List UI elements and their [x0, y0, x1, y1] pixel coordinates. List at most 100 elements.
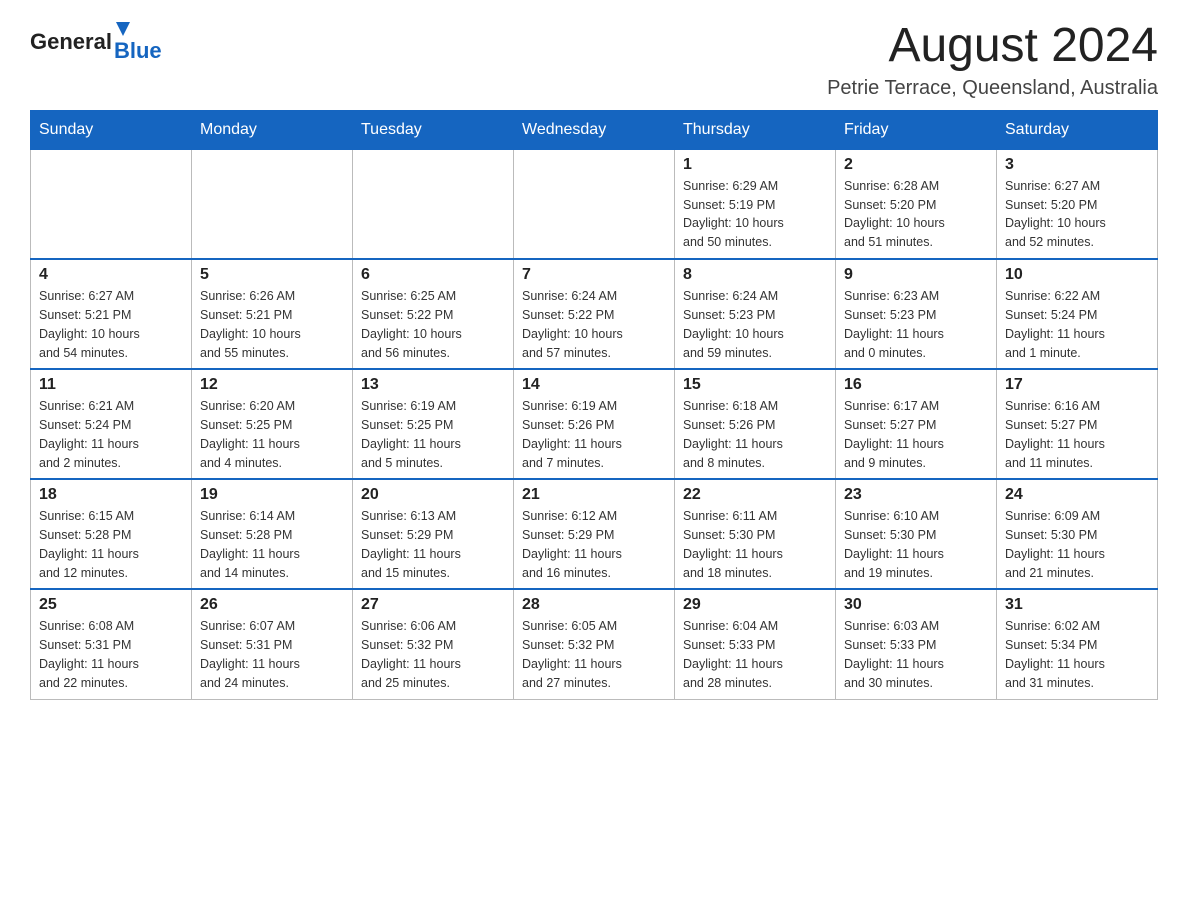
day-number: 24 [1005, 486, 1149, 504]
weekday-header-monday: Monday [192, 110, 353, 149]
calendar-cell: 3 Sunrise: 6:27 AM Sunset: 5:20 PM Daylig… [997, 149, 1158, 259]
logo: General Blue [30, 20, 162, 64]
day-number: 10 [1005, 266, 1149, 284]
calendar-cell: 1 Sunrise: 6:29 AM Sunset: 5:19 PM Daylig… [675, 149, 836, 259]
day-number: 15 [683, 376, 827, 394]
day-info: Sunrise: 6:25 AM Sunset: 5:22 PM Dayligh… [361, 287, 505, 362]
day-number: 11 [39, 376, 183, 394]
day-info: Sunrise: 6:06 AM Sunset: 5:32 PM Dayligh… [361, 617, 505, 692]
day-number: 3 [1005, 156, 1149, 174]
day-info: Sunrise: 6:24 AM Sunset: 5:23 PM Dayligh… [683, 287, 827, 362]
day-info: Sunrise: 6:28 AM Sunset: 5:20 PM Dayligh… [844, 177, 988, 252]
calendar-cell: 9 Sunrise: 6:23 AM Sunset: 5:23 PM Daylig… [836, 259, 997, 369]
calendar-cell: 13 Sunrise: 6:19 AM Sunset: 5:25 PM Dayli… [353, 369, 514, 479]
day-info: Sunrise: 6:26 AM Sunset: 5:21 PM Dayligh… [200, 287, 344, 362]
weekday-header-tuesday: Tuesday [353, 110, 514, 149]
day-number: 4 [39, 266, 183, 284]
calendar-cell: 23Sunrise: 6:10 AM Sunset: 5:30 PM Dayli… [836, 479, 997, 589]
day-number: 23 [844, 486, 988, 504]
calendar-cell: 11 Sunrise: 6:21 AM Sunset: 5:24 PM Dayli… [31, 369, 192, 479]
calendar-cell: 4Sunrise: 6:27 AM Sunset: 5:21 PM Daylig… [31, 259, 192, 369]
calendar-cell [514, 149, 675, 259]
day-info: Sunrise: 6:22 AM Sunset: 5:24 PM Dayligh… [1005, 287, 1149, 362]
weekday-header-thursday: Thursday [675, 110, 836, 149]
day-info: Sunrise: 6:27 AM Sunset: 5:20 PM Dayligh… [1005, 177, 1149, 252]
weekday-header-saturday: Saturday [997, 110, 1158, 149]
day-info: Sunrise: 6:07 AM Sunset: 5:31 PM Dayligh… [200, 617, 344, 692]
day-number: 19 [200, 486, 344, 504]
calendar-week-row: 18Sunrise: 6:15 AM Sunset: 5:28 PM Dayli… [31, 479, 1158, 589]
day-info: Sunrise: 6:13 AM Sunset: 5:29 PM Dayligh… [361, 507, 505, 582]
calendar-cell: 21Sunrise: 6:12 AM Sunset: 5:29 PM Dayli… [514, 479, 675, 589]
calendar-cell [353, 149, 514, 259]
calendar-cell: 19 Sunrise: 6:14 AM Sunset: 5:28 PM Dayli… [192, 479, 353, 589]
day-number: 28 [522, 596, 666, 614]
calendar-cell: 28 Sunrise: 6:05 AM Sunset: 5:32 PM Dayli… [514, 589, 675, 699]
calendar-cell: 30Sunrise: 6:03 AM Sunset: 5:33 PM Dayli… [836, 589, 997, 699]
day-number: 5 [200, 266, 344, 284]
day-number: 31 [1005, 596, 1149, 614]
day-info: Sunrise: 6:16 AM Sunset: 5:27 PM Dayligh… [1005, 397, 1149, 472]
day-number: 6 [361, 266, 505, 284]
day-number: 2 [844, 156, 988, 174]
day-number: 7 [522, 266, 666, 284]
calendar-cell: 15 Sunrise: 6:18 AM Sunset: 5:26 PM Dayli… [675, 369, 836, 479]
day-info: Sunrise: 6:12 AM Sunset: 5:29 PM Dayligh… [522, 507, 666, 582]
calendar-cell [192, 149, 353, 259]
day-info: Sunrise: 6:04 AM Sunset: 5:33 PM Dayligh… [683, 617, 827, 692]
day-number: 13 [361, 376, 505, 394]
calendar-cell: 27 Sunrise: 6:06 AM Sunset: 5:32 PM Dayli… [353, 589, 514, 699]
day-info: Sunrise: 6:19 AM Sunset: 5:26 PM Dayligh… [522, 397, 666, 472]
calendar-cell: 5 Sunrise: 6:26 AM Sunset: 5:21 PM Daylig… [192, 259, 353, 369]
day-number: 16 [844, 376, 988, 394]
calendar-cell: 18Sunrise: 6:15 AM Sunset: 5:28 PM Dayli… [31, 479, 192, 589]
calendar-header-row: SundayMondayTuesdayWednesdayThursdayFrid… [31, 110, 1158, 149]
calendar-cell: 12 Sunrise: 6:20 AM Sunset: 5:25 PM Dayli… [192, 369, 353, 479]
day-number: 29 [683, 596, 827, 614]
day-number: 1 [683, 156, 827, 174]
calendar-cell: 16 Sunrise: 6:17 AM Sunset: 5:27 PM Dayli… [836, 369, 997, 479]
calendar-week-row: 25Sunrise: 6:08 AM Sunset: 5:31 PM Dayli… [31, 589, 1158, 699]
day-info: Sunrise: 6:18 AM Sunset: 5:26 PM Dayligh… [683, 397, 827, 472]
weekday-header-sunday: Sunday [31, 110, 192, 149]
logo-text-general: General [30, 29, 112, 55]
calendar-cell: 26 Sunrise: 6:07 AM Sunset: 5:31 PM Dayli… [192, 589, 353, 699]
day-info: Sunrise: 6:17 AM Sunset: 5:27 PM Dayligh… [844, 397, 988, 472]
day-info: Sunrise: 6:03 AM Sunset: 5:33 PM Dayligh… [844, 617, 988, 692]
day-info: Sunrise: 6:14 AM Sunset: 5:28 PM Dayligh… [200, 507, 344, 582]
calendar-cell: 10 Sunrise: 6:22 AM Sunset: 5:24 PM Dayli… [997, 259, 1158, 369]
day-number: 18 [39, 486, 183, 504]
day-info: Sunrise: 6:11 AM Sunset: 5:30 PM Dayligh… [683, 507, 827, 582]
day-number: 26 [200, 596, 344, 614]
title-section: August 2024 Petrie Terrace, Queensland, … [827, 20, 1158, 100]
day-number: 12 [200, 376, 344, 394]
day-number: 20 [361, 486, 505, 504]
day-number: 9 [844, 266, 988, 284]
day-number: 27 [361, 596, 505, 614]
day-number: 22 [683, 486, 827, 504]
day-info: Sunrise: 6:29 AM Sunset: 5:19 PM Dayligh… [683, 177, 827, 252]
calendar-cell: 8 Sunrise: 6:24 AM Sunset: 5:23 PM Daylig… [675, 259, 836, 369]
day-number: 14 [522, 376, 666, 394]
calendar-table: SundayMondayTuesdayWednesdayThursdayFrid… [30, 110, 1158, 700]
calendar-cell: 2 Sunrise: 6:28 AM Sunset: 5:20 PM Daylig… [836, 149, 997, 259]
day-number: 8 [683, 266, 827, 284]
day-info: Sunrise: 6:09 AM Sunset: 5:30 PM Dayligh… [1005, 507, 1149, 582]
day-number: 25 [39, 596, 183, 614]
month-title: August 2024 [827, 20, 1158, 73]
logo-text-blue: Blue [114, 38, 162, 64]
calendar-week-row: 1 Sunrise: 6:29 AM Sunset: 5:19 PM Daylig… [31, 149, 1158, 259]
calendar-cell: 20 Sunrise: 6:13 AM Sunset: 5:29 PM Dayli… [353, 479, 514, 589]
calendar-cell: 31Sunrise: 6:02 AM Sunset: 5:34 PM Dayli… [997, 589, 1158, 699]
day-info: Sunrise: 6:20 AM Sunset: 5:25 PM Dayligh… [200, 397, 344, 472]
calendar-cell: 29 Sunrise: 6:04 AM Sunset: 5:33 PM Dayli… [675, 589, 836, 699]
logo-arrow-icon [114, 20, 132, 38]
weekday-header-wednesday: Wednesday [514, 110, 675, 149]
day-info: Sunrise: 6:23 AM Sunset: 5:23 PM Dayligh… [844, 287, 988, 362]
page-header: General Blue August 2024 Petrie Terrace,… [30, 20, 1158, 100]
day-info: Sunrise: 6:19 AM Sunset: 5:25 PM Dayligh… [361, 397, 505, 472]
calendar-cell: 25Sunrise: 6:08 AM Sunset: 5:31 PM Dayli… [31, 589, 192, 699]
calendar-cell: 22 Sunrise: 6:11 AM Sunset: 5:30 PM Dayli… [675, 479, 836, 589]
day-info: Sunrise: 6:05 AM Sunset: 5:32 PM Dayligh… [522, 617, 666, 692]
day-info: Sunrise: 6:21 AM Sunset: 5:24 PM Dayligh… [39, 397, 183, 472]
